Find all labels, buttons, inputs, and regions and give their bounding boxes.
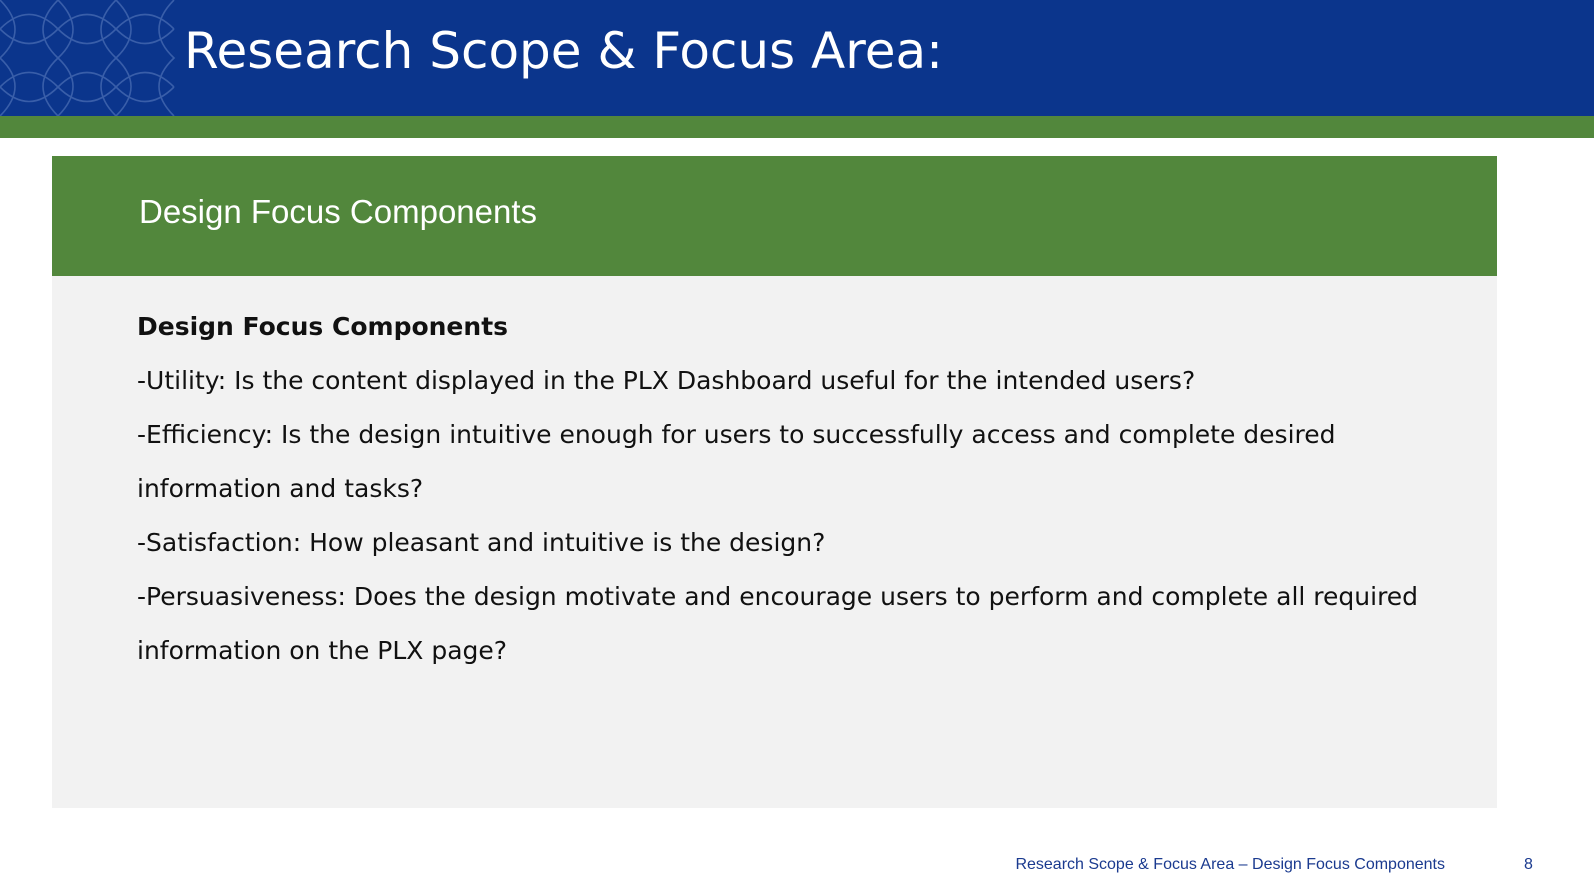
page-title: Research Scope & Focus Area:: [184, 22, 943, 80]
content-panel: Design Focus Components Design Focus Com…: [52, 156, 1497, 808]
panel-header: Design Focus Components: [52, 156, 1497, 276]
list-item-efficiency: -Efficiency: Is the design intuitive eno…: [137, 420, 1336, 503]
header-band: Research Scope & Focus Area:: [0, 0, 1594, 116]
footer-label: Research Scope & Focus Area – Design Foc…: [1015, 856, 1445, 873]
panel-body: Design Focus Components -Utility: Is the…: [137, 300, 1437, 678]
list-item-utility: -Utility: Is the content displayed in th…: [137, 366, 1196, 395]
page-number: 8: [1524, 856, 1533, 873]
panel-title: Design Focus Components: [139, 193, 538, 230]
list-item-satisfaction: -Satisfaction: How pleasant and intuitiv…: [137, 528, 826, 557]
accent-strip: [0, 116, 1594, 138]
body-heading: Design Focus Components: [137, 312, 509, 341]
floral-lattice-pattern-icon: [0, 0, 176, 116]
list-item-persuasiveness: -Persuasiveness: Does the design motivat…: [137, 582, 1419, 665]
